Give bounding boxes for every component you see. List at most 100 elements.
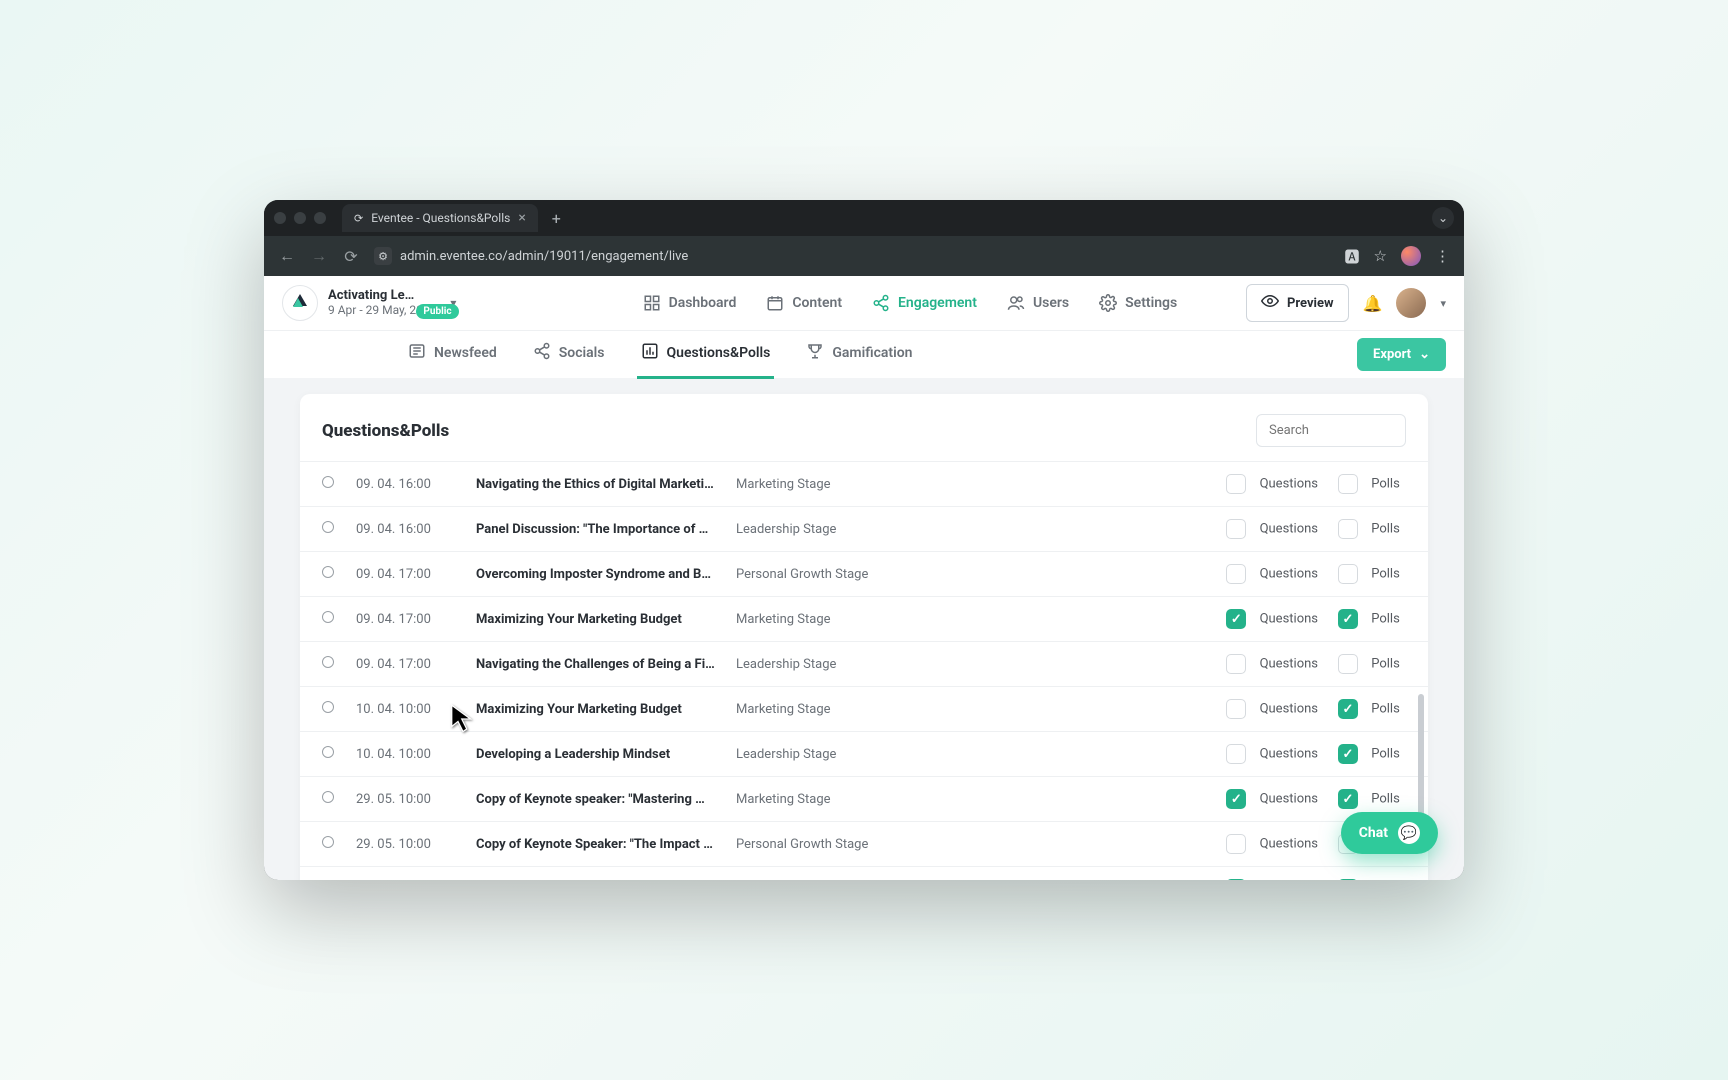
questions-checkbox[interactable] (1226, 609, 1246, 629)
nav-engagement[interactable]: Engagement (872, 294, 977, 312)
questions-checkbox[interactable] (1226, 474, 1246, 494)
row-datetime: 09. 04. 16:00 (346, 507, 466, 552)
chat-button[interactable]: Chat 💬 (1341, 812, 1438, 854)
row-datetime: 29. 05. 10:00 (346, 867, 466, 881)
row-datetime: 10. 04. 10:00 (346, 732, 466, 777)
row-radio[interactable] (322, 611, 334, 623)
tab-list-button[interactable]: ⌄ (1432, 207, 1454, 229)
questions-checkbox[interactable] (1226, 744, 1246, 764)
row-title: Navigating the Ethics of Digital Marketi… (466, 462, 726, 507)
polls-checkbox[interactable] (1338, 474, 1358, 494)
polls-label: Polls (1371, 747, 1400, 762)
row-radio[interactable] (322, 656, 334, 668)
sessions-table: 09. 04. 16:00 Navigating the Ethics of D… (300, 461, 1428, 880)
polls-checkbox[interactable] (1338, 519, 1358, 539)
site-info-icon[interactable]: ⚙ (374, 247, 392, 265)
user-avatar[interactable] (1396, 288, 1426, 318)
table-row[interactable]: 29. 05. 10:00 Copy of Keynote speaker: "… (300, 777, 1428, 822)
row-radio[interactable] (322, 566, 334, 578)
table-row[interactable]: 10. 04. 10:00 Developing a Leadership Mi… (300, 732, 1428, 777)
minimize-window-icon[interactable] (294, 212, 306, 224)
notification-bell-icon[interactable]: 🔔 (1363, 294, 1383, 313)
table-row[interactable]: 09. 04. 17:00 Overcoming Imposter Syndro… (300, 552, 1428, 597)
polls-checkbox[interactable] (1338, 699, 1358, 719)
row-datetime: 10. 04. 10:00 (346, 687, 466, 732)
table-row[interactable]: 29. 05. 10:00 Copy of Keynote Speaker: "… (300, 822, 1428, 867)
polls-checkbox[interactable] (1338, 609, 1358, 629)
questions-label: Questions (1260, 747, 1318, 762)
table-row[interactable]: 09. 04. 16:00 Navigating the Ethics of D… (300, 462, 1428, 507)
nav-label: Users (1033, 295, 1069, 311)
questions-label: Questions (1260, 522, 1318, 537)
questions-checkbox[interactable] (1226, 789, 1246, 809)
export-button[interactable]: Export ⌄ (1357, 338, 1446, 371)
questions-label: Questions (1260, 657, 1318, 672)
share-icon (872, 294, 890, 312)
back-icon[interactable]: ← (278, 246, 296, 266)
subnav-label: Newsfeed (434, 345, 497, 361)
questions-checkbox[interactable] (1226, 699, 1246, 719)
subnav-socials[interactable]: Socials (529, 330, 609, 379)
search-input[interactable] (1256, 414, 1406, 447)
row-title: Copy of Keynote speaker: "Mastering Mind… (466, 777, 726, 822)
row-radio[interactable] (322, 701, 334, 713)
polls-checkbox[interactable] (1338, 564, 1358, 584)
maximize-window-icon[interactable] (314, 212, 326, 224)
row-stage: Leadership Stage (726, 867, 1216, 881)
close-tab-icon[interactable]: × (518, 210, 525, 226)
row-radio[interactable] (322, 476, 334, 488)
subnav-gamification[interactable]: Gamification (802, 330, 916, 379)
browser-address-bar: ← → ⟳ ⚙ admin.eventee.co/admin/19011/eng… (264, 236, 1464, 276)
export-label: Export (1373, 347, 1411, 362)
row-radio[interactable] (322, 836, 334, 848)
row-datetime: 29. 05. 10:00 (346, 822, 466, 867)
table-row[interactable]: 09. 04. 16:00 Panel Discussion: "The Imp… (300, 507, 1428, 552)
polls-checkbox[interactable] (1338, 744, 1358, 764)
subnav-label: Gamification (832, 345, 912, 361)
polls-checkbox[interactable] (1338, 789, 1358, 809)
bookmark-icon[interactable]: ☆ (1374, 247, 1387, 265)
row-radio[interactable] (322, 521, 334, 533)
users-icon (1007, 294, 1025, 312)
nav-settings[interactable]: Settings (1099, 294, 1177, 312)
row-datetime: 29. 05. 10:00 (346, 777, 466, 822)
nav-dashboard[interactable]: Dashboard (643, 294, 737, 312)
visibility-badge: Public (416, 304, 458, 319)
table-row[interactable]: 10. 04. 10:00 Maximizing Your Marketing … (300, 687, 1428, 732)
subnav-newsfeed[interactable]: Newsfeed (404, 330, 501, 379)
new-tab-button[interactable]: + (546, 209, 567, 228)
event-logo-icon (282, 285, 318, 321)
nav-users[interactable]: Users (1007, 294, 1069, 312)
row-title: Maximizing Your Marketing Budget (466, 597, 726, 642)
table-row[interactable]: 09. 04. 17:00 Navigating the Challenges … (300, 642, 1428, 687)
scrollbar-thumb[interactable] (1418, 694, 1424, 824)
questions-label: Questions (1260, 837, 1318, 852)
questions-checkbox[interactable] (1226, 519, 1246, 539)
row-radio[interactable] (322, 791, 334, 803)
polls-label: Polls (1371, 657, 1400, 672)
preview-button[interactable]: Preview (1246, 284, 1349, 322)
questions-checkbox[interactable] (1226, 654, 1246, 674)
table-row[interactable]: 29. 05. 10:00 Copy of Keynote Speaker: "… (300, 867, 1428, 881)
forward-icon[interactable]: → (310, 246, 328, 266)
reload-icon[interactable]: ⟳ (342, 247, 360, 266)
close-window-icon[interactable] (274, 212, 286, 224)
row-radio[interactable] (322, 746, 334, 758)
table-row[interactable]: 09. 04. 17:00 Maximizing Your Marketing … (300, 597, 1428, 642)
questions-checkbox[interactable] (1226, 879, 1246, 880)
polls-checkbox[interactable] (1338, 879, 1358, 880)
subnav-questions-polls[interactable]: Questions&Polls (637, 330, 775, 379)
trophy-icon (806, 342, 824, 364)
browser-menu-icon[interactable]: ⋮ (1435, 247, 1450, 265)
url-field[interactable]: ⚙ admin.eventee.co/admin/19011/engagemen… (374, 247, 688, 265)
questions-checkbox[interactable] (1226, 834, 1246, 854)
nav-content[interactable]: Content (766, 294, 842, 312)
window-controls[interactable] (274, 212, 326, 224)
chevron-down-icon[interactable]: ▾ (1440, 297, 1446, 310)
profile-avatar-icon[interactable] (1401, 246, 1421, 266)
browser-tab[interactable]: ⟳ Eventee - Questions&Polls × (342, 204, 538, 232)
translate-icon[interactable]: 🅰 (1345, 246, 1360, 267)
row-title: Copy of Keynote Speaker: "The Impact of … (466, 822, 726, 867)
polls-checkbox[interactable] (1338, 654, 1358, 674)
questions-checkbox[interactable] (1226, 564, 1246, 584)
